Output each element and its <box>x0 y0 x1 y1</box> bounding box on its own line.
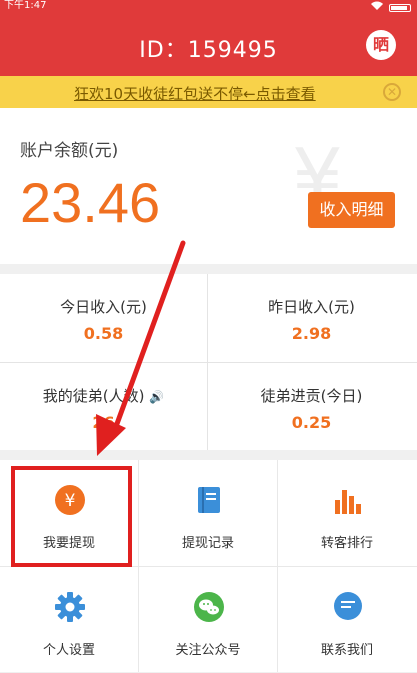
app-header: ID：159495 晒 <box>0 12 417 76</box>
promo-banner[interactable]: 狂欢10天收徒红包送不停←点击查看 ✕ <box>0 76 417 108</box>
status-time: 下午1:47 <box>4 0 47 11</box>
menu-item-label: 个人设置 <box>42 643 95 658</box>
book-icon <box>193 484 225 516</box>
income-detail-button[interactable]: 收入明细 <box>308 192 395 228</box>
wechat-icon <box>193 591 225 623</box>
balance-amount: 23.46 <box>20 171 161 234</box>
promo-banner-text[interactable]: 狂欢10天收徒红包送不停←点击查看 <box>74 83 316 104</box>
stat-label: 今日收入(元) <box>60 298 147 316</box>
highlight-box <box>11 466 132 567</box>
gear-icon <box>54 591 86 623</box>
share-button[interactable]: 晒 <box>366 30 396 60</box>
stat-value: 0.25 <box>291 413 332 432</box>
menu-item-label: 转客排行 <box>320 536 373 551</box>
stat-today-income: 今日收入(元) 0.58 <box>0 274 207 362</box>
page-title: ID：159495 <box>139 38 278 63</box>
stat-label: 昨日收入(元) <box>268 298 355 316</box>
balance-card: 账户余额(元) ¥ 23.46 收入明细 <box>0 108 417 264</box>
stats-panel: 今日收入(元) 0.58 昨日收入(元) 2.98 我的徒弟(人数) 🔊 26 … <box>0 274 417 450</box>
stat-apprentice-tribute: 徒弟进贡(今日) 0.25 <box>208 363 415 451</box>
battery-icon <box>389 3 411 12</box>
stat-label: 我的徒弟(人数) 🔊 <box>0 385 207 406</box>
menu-item-label: 关注公众号 <box>175 643 241 658</box>
speaker-icon: 🔊 <box>149 390 165 404</box>
stat-label: 徒弟进贡(今日) <box>260 387 363 405</box>
message-icon <box>332 591 364 623</box>
stat-value: 0.58 <box>83 324 124 343</box>
menu-item-ranking[interactable]: 转客排行 <box>278 460 416 566</box>
balance-label: 账户余额(元) <box>20 141 119 161</box>
close-icon[interactable]: ✕ <box>383 83 401 101</box>
stat-value: 2.98 <box>291 324 332 343</box>
menu-item-follow-account[interactable]: 关注公众号 <box>139 567 277 673</box>
stat-apprentices[interactable]: 我的徒弟(人数) 🔊 26 <box>0 363 207 451</box>
stat-value: 26 <box>92 413 115 432</box>
menu-item-label: 联系我们 <box>320 643 373 658</box>
stat-label-text: 我的徒弟(人数) <box>42 387 145 405</box>
menu-item-withdraw-history[interactable]: 提现记录 <box>139 460 277 566</box>
menu-item-label: 提现记录 <box>181 536 234 551</box>
bar-chart-icon <box>332 484 364 516</box>
stat-yesterday-income: 昨日收入(元) 2.98 <box>208 274 415 362</box>
menu-item-contact-us[interactable]: 联系我们 <box>278 567 416 673</box>
status-bar: 下午1:47 <box>0 0 417 12</box>
menu-item-settings[interactable]: 个人设置 <box>0 567 138 673</box>
